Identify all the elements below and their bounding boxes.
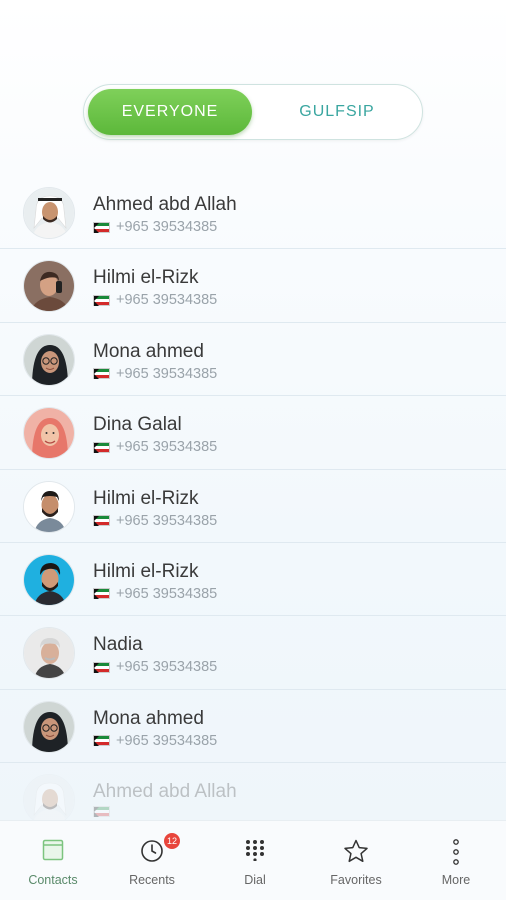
contact-row[interactable]: Hilmi el-Rizk +965 39534385 — [0, 249, 506, 323]
avatar — [23, 407, 75, 460]
avatar — [23, 774, 75, 827]
segment-gulfsip[interactable]: GULFSIP — [256, 89, 418, 135]
contact-row[interactable]: Mona ahmed +965 39534385 — [0, 690, 506, 764]
contact-name: Nadia — [93, 634, 143, 656]
contact-phone: +965 39534385 — [116, 292, 218, 309]
contact-name: Ahmed abd Allah — [93, 781, 237, 803]
contact-name: Hilmi el-Rizk — [93, 487, 199, 509]
contact-name: Mona ahmed — [93, 340, 204, 362]
kuwait-flag-icon — [93, 294, 110, 306]
contact-phone: +965 39534385 — [116, 585, 218, 602]
more-vertical-icon — [451, 839, 461, 870]
contact-phone: +965 39534385 — [116, 219, 218, 235]
contact-phone: +965 39534385 — [116, 365, 218, 382]
avatar — [23, 553, 75, 606]
contacts-book-icon — [42, 839, 64, 866]
contact-phone: +965 39534385 — [116, 659, 218, 676]
avatar — [23, 480, 75, 533]
kuwait-flag-icon — [93, 515, 110, 527]
tab-label: Dial — [244, 873, 266, 887]
kuwait-flag-icon — [93, 588, 110, 600]
contact-row[interactable]: Nadia +965 39534385 — [0, 616, 506, 690]
contact-name: Hilmi el-Rizk — [93, 560, 199, 582]
tab-dial[interactable]: Dial — [205, 821, 305, 900]
contact-phone: +965 39534385 — [116, 439, 218, 456]
kuwait-flag-icon — [93, 735, 110, 747]
contact-row[interactable]: Dina Galal +965 39534385 — [0, 396, 506, 470]
contact-row[interactable]: Hilmi el-Rizk +965 39534385 — [0, 470, 506, 543]
contact-row[interactable]: Mona ahmed +965 39534385 — [0, 323, 506, 397]
tab-label: Contacts — [28, 873, 78, 887]
segment-everyone[interactable]: EVERYONE — [88, 89, 252, 135]
tab-label: Favorites — [330, 873, 382, 887]
star-icon — [343, 839, 369, 868]
avatar — [23, 260, 75, 313]
contact-phone: +965 39534385 — [116, 732, 218, 749]
tab-contacts[interactable]: Contacts — [3, 821, 103, 900]
contacts-filter-segmented-control: EVERYONE GULFSIP — [83, 84, 423, 140]
kuwait-flag-icon — [93, 441, 110, 453]
tab-label: Recents — [129, 873, 175, 887]
recents-badge: 12 — [164, 833, 180, 849]
contact-row[interactable]: Ahmed abd Allah +965 39534385 — [0, 176, 506, 250]
kuwait-flag-icon — [93, 661, 110, 673]
avatar — [23, 627, 75, 680]
contact-name: Hilmi el-Rizk — [93, 267, 199, 289]
tab-recents[interactable]: 12 Recents — [102, 821, 202, 900]
contact-name: Ahmed abd Allah — [93, 194, 237, 215]
avatar — [23, 187, 75, 239]
bottom-tab-bar: Contacts 12 Recents Dial Favorites More — [0, 820, 506, 900]
tab-more[interactable]: More — [406, 821, 506, 900]
avatar — [23, 700, 75, 753]
contact-phone: +965 39534385 — [116, 512, 218, 529]
contact-row[interactable]: Hilmi el-Rizk +965 39534385 — [0, 543, 506, 617]
tab-favorites[interactable]: Favorites — [306, 821, 406, 900]
dialpad-icon — [244, 839, 266, 866]
contact-name: Mona ahmed — [93, 707, 204, 729]
kuwait-flag-icon — [93, 368, 110, 380]
clock-icon — [140, 839, 164, 868]
kuwait-flag-icon — [93, 806, 110, 818]
contact-name: Dina Galal — [93, 414, 182, 436]
tab-label: More — [441, 873, 471, 887]
avatar — [23, 333, 75, 386]
kuwait-flag-icon — [93, 221, 110, 233]
contact-list: Ahmed abd Allah +965 39534385 Hilmi el-R… — [0, 176, 506, 837]
